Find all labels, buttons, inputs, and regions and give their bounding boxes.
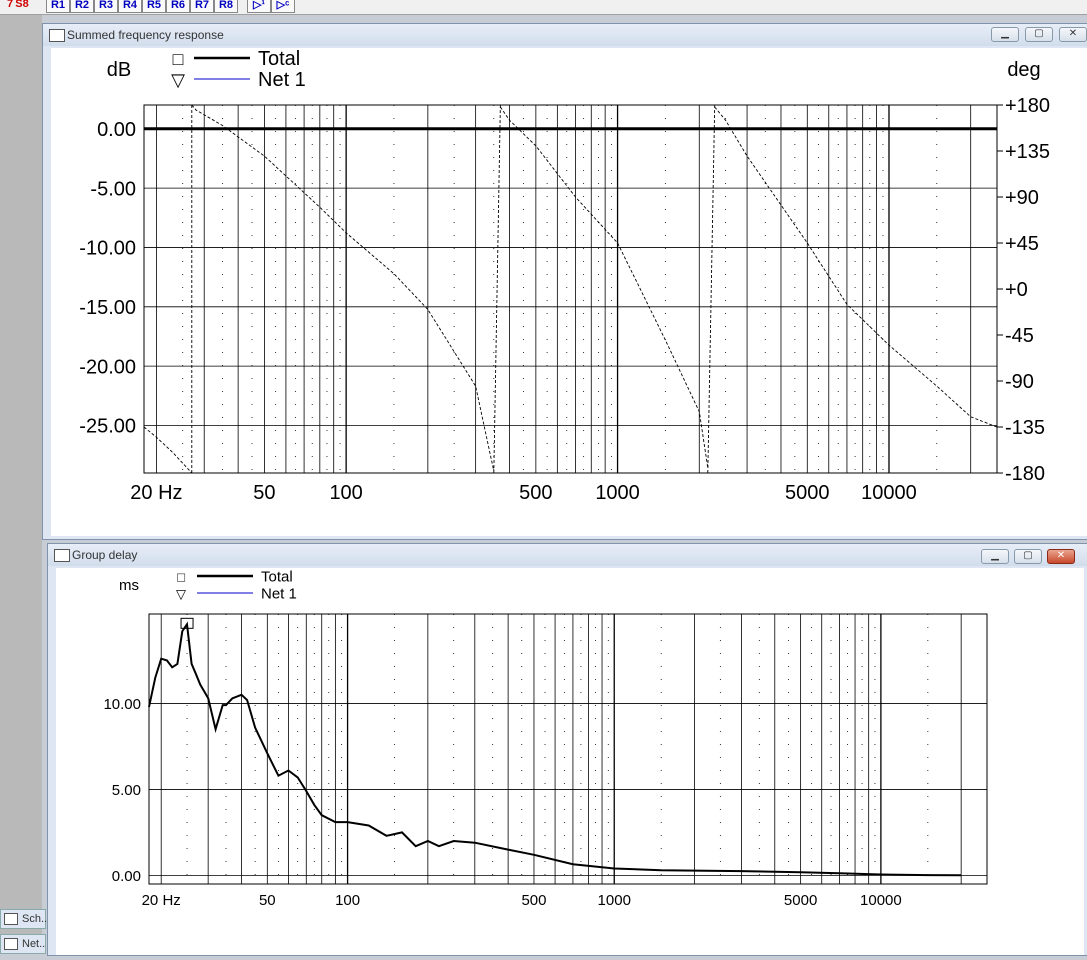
window-icon — [4, 938, 18, 950]
y-tick-label: -15.00 — [79, 297, 136, 319]
window-titlebar[interactable]: Summed frequency response ▁ ▢ ✕ — [43, 24, 1087, 46]
maximize-button[interactable]: ▢ — [1014, 549, 1042, 564]
x-tick-label: 500 — [519, 482, 552, 504]
y-right-tick-label: +0 — [1005, 279, 1028, 301]
y-tick-label: 0.00 — [112, 868, 141, 885]
toolbar-button-5[interactable]: R4 — [118, 0, 142, 13]
y-right-tick-label: +90 — [1005, 187, 1039, 209]
y-tick-label: -25.00 — [79, 416, 136, 438]
chart-area-group-delay: 0.00 5.00 10.00 20 Hz 50 100 500 1000 5000 10000 □… — [56, 568, 1084, 955]
y-tick-label: 0.00 — [97, 119, 136, 141]
y-right-tick-label: +45 — [1005, 233, 1039, 255]
toolbar-button-7[interactable]: R6 — [166, 0, 190, 13]
y-tick-label: -20.00 — [79, 356, 136, 378]
mdi-background — [0, 15, 42, 954]
window-chart-icon — [54, 549, 70, 562]
window-icon — [4, 913, 18, 925]
y-tick-label: -10.00 — [79, 238, 136, 260]
legend-marker: ▽ — [176, 586, 186, 601]
toolbar-button-4[interactable]: R3 — [94, 0, 118, 13]
x-tick-label: 5000 — [785, 482, 830, 504]
x-tick-label: 20 Hz — [130, 482, 182, 504]
y-right-tick-label: -90 — [1005, 371, 1034, 393]
legend-label-net-1: Net 1 — [258, 69, 306, 91]
y-tick-label: 10.00 — [103, 696, 141, 713]
group-delay-chart: 0.00 5.00 10.00 20 Hz 50 100 500 1000 5000 10000 □… — [103, 568, 988, 909]
toolbar-button-10[interactable]: ▷¹ — [247, 0, 271, 13]
toolbar-button-11[interactable]: ▷ᶜ — [271, 0, 295, 13]
y-unit-left: ms — [119, 577, 139, 594]
legend-label-total: Total — [258, 48, 300, 70]
x-tick-label: 5000 — [784, 892, 817, 909]
y-unit-right: deg — [1007, 59, 1040, 81]
toolbar-button-6[interactable]: R5 — [142, 0, 166, 13]
plot-frame — [148, 613, 988, 885]
minimize-button[interactable]: ▁ — [981, 549, 1009, 564]
legend-marker: □ — [173, 49, 184, 69]
x-tick-label: 1000 — [598, 892, 631, 909]
y-tick-label: -5.00 — [90, 178, 136, 200]
taskbar-item-label: Net.. — [22, 938, 46, 950]
minimize-button[interactable]: ▁ — [991, 27, 1019, 42]
toolbar-button-3[interactable]: R2 — [70, 0, 94, 13]
window-group-delay: Group delay ▁ ▢ ✕ 0.00 5.00 10.00 20 Hz 50 10… — [47, 543, 1087, 956]
y-right-tick-label: -135 — [1005, 417, 1045, 439]
taskbar-item-label: Sch.. — [22, 913, 48, 925]
y-right-tick-label: -45 — [1005, 325, 1034, 347]
legend-label-total: Total — [261, 568, 293, 585]
window-title: Summed frequency response — [67, 28, 224, 42]
chart-area-frequency: 0.00 -5.00 -10.00 -15.00 -20.00 -25.00 +180 +13… — [51, 48, 1087, 536]
close-button[interactable]: ✕ — [1059, 27, 1087, 42]
y-right-tick-label: +180 — [1005, 95, 1050, 117]
taskbar-item-schematic[interactable]: Sch.. — [0, 909, 48, 929]
x-tick-label: 100 — [335, 892, 360, 909]
plot-frame — [143, 104, 998, 474]
y-right-tick-label: -180 — [1005, 463, 1045, 485]
y-unit-left: dB — [107, 59, 131, 81]
frequency-response-chart: 0.00 -5.00 -10.00 -15.00 -20.00 -25.00 +180 +13… — [79, 48, 1050, 504]
legend-marker: □ — [177, 569, 185, 584]
window-chart-icon — [49, 29, 65, 42]
maximize-button[interactable]: ▢ — [1025, 27, 1053, 42]
toolbar-button-1[interactable]: S8 — [12, 0, 32, 11]
y-right-tick-label: +135 — [1005, 141, 1050, 163]
taskbar-item-net[interactable]: Net.. — [0, 934, 46, 954]
x-tick-label: 10000 — [860, 892, 902, 909]
toolbar-button-2[interactable]: R1 — [46, 0, 70, 13]
toolbar-button-8[interactable]: R7 — [190, 0, 214, 13]
x-tick-label: 1000 — [595, 482, 640, 504]
window-titlebar[interactable]: Group delay ▁ ▢ ✕ — [48, 544, 1087, 566]
toolbar: 7 S8 R1 R2 R3 R4 R5 R6 R7 R8 ▷¹ ▷ᶜ — [0, 0, 1087, 15]
window-summed-frequency-response: Summed frequency response ▁ ▢ ✕ 0.00 -5.0… — [42, 23, 1087, 540]
window-title: Group delay — [72, 548, 138, 562]
legend-label-net-1: Net 1 — [261, 585, 297, 602]
y-tick-label: 5.00 — [112, 782, 141, 799]
toolbar-button-9[interactable]: R8 — [214, 0, 238, 13]
x-tick-label: 100 — [329, 482, 362, 504]
x-tick-label: 500 — [521, 892, 546, 909]
x-tick-label: 50 — [253, 482, 275, 504]
x-tick-label: 10000 — [861, 482, 917, 504]
x-tick-label: 20 Hz — [142, 892, 181, 909]
close-button[interactable]: ✕ — [1047, 549, 1075, 564]
x-tick-label: 50 — [259, 892, 276, 909]
legend-marker: ▽ — [171, 70, 185, 90]
